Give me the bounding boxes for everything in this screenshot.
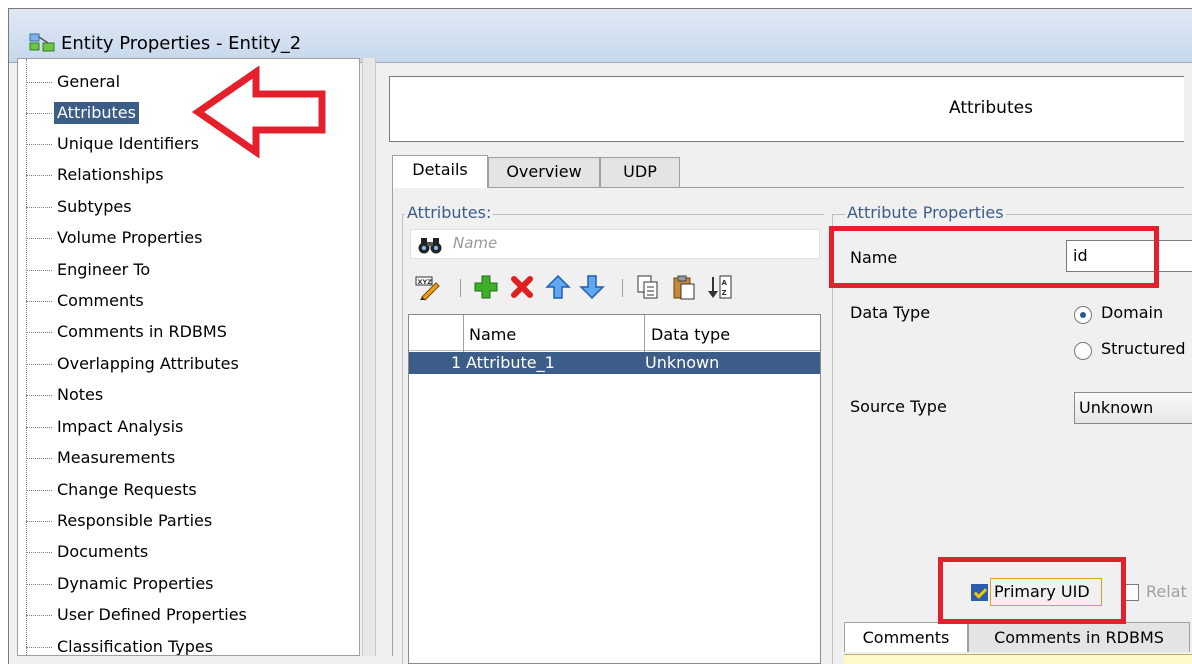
svg-text:XYZ: XYZ	[418, 278, 433, 286]
attributes-table[interactable]: Name Data type 1 Attribute_1 Unknown	[408, 314, 821, 664]
tree-item-unique-identifiers[interactable]: Unique Identifiers	[18, 128, 202, 159]
tab-overview[interactable]: Overview	[488, 157, 600, 187]
tree-item-engineer-to[interactable]: Engineer To	[18, 254, 153, 285]
tree-item-volume-properties[interactable]: Volume Properties	[18, 222, 205, 253]
tree-item-subtypes[interactable]: Subtypes	[18, 191, 135, 222]
add-icon[interactable]	[472, 273, 500, 301]
attribute-filter-input[interactable]: Name	[410, 229, 820, 259]
entity-icon	[29, 32, 55, 56]
source-type-select[interactable]: Unknown	[1074, 392, 1192, 424]
toolbar-separator	[460, 279, 461, 297]
tab-comments[interactable]: Comments	[844, 622, 968, 652]
domain-radio-label[interactable]: Domain	[1101, 303, 1163, 322]
relation-uid-label[interactable]: Relat	[1146, 582, 1187, 601]
tree-item-change-requests[interactable]: Change Requests	[18, 474, 200, 505]
column-header-data-type[interactable]: Data type	[651, 325, 730, 344]
tree-item-overlapping-attributes[interactable]: Overlapping Attributes	[18, 348, 242, 379]
tab-comments-in-rdbms[interactable]: Comments in RDBMS	[968, 622, 1190, 652]
row-index: 1	[451, 353, 462, 372]
svg-text:A: A	[722, 279, 728, 287]
section-title: Attributes	[949, 98, 1033, 118]
tree-item-comments-in-rdbms[interactable]: Comments in RDBMS	[18, 316, 230, 347]
domain-radio[interactable]	[1074, 306, 1092, 324]
tab-details[interactable]: Details	[392, 155, 488, 188]
name-highlight-annotation	[829, 226, 1159, 288]
tree-item-documents[interactable]: Documents	[18, 536, 151, 567]
primary-uid-highlight-annotation	[938, 557, 1126, 624]
column-header-name[interactable]: Name	[469, 325, 516, 344]
data-type-label: Data Type	[850, 303, 931, 322]
toolbar-separator	[622, 279, 623, 297]
tree-item-notes[interactable]: Notes	[18, 379, 106, 410]
svg-text:Z: Z	[722, 289, 727, 297]
tree-item-comments[interactable]: Comments	[18, 285, 147, 316]
red-arrow-annotation	[191, 66, 326, 158]
move-up-icon[interactable]	[544, 273, 572, 301]
attributes-group-left-border	[402, 214, 403, 664]
section-header: Attributes	[389, 76, 1184, 142]
binoculars-icon	[417, 235, 443, 259]
tree-item-user-defined-properties[interactable]: User Defined Properties	[18, 599, 250, 630]
attribute-properties-group-title: Attribute Properties	[845, 203, 1006, 222]
title-bar[interactable]: Entity Properties - Entity_2	[9, 9, 1192, 63]
tree-item-relationships[interactable]: Relationships	[18, 159, 167, 190]
table-header: Name Data type	[409, 315, 820, 351]
splitter-handle[interactable]	[362, 58, 376, 656]
source-type-label: Source Type	[850, 397, 947, 416]
comments-editor[interactable]	[844, 654, 1192, 664]
tree-item-measurements[interactable]: Measurements	[18, 442, 178, 473]
sort-icon[interactable]: A Z	[706, 273, 734, 301]
row-name-cell[interactable]: Attribute_1	[466, 352, 555, 374]
tab-udp[interactable]: UDP	[600, 157, 680, 187]
attributes-group-title: Attributes:	[405, 203, 494, 222]
copy-icon[interactable]	[634, 273, 662, 301]
edit-xyz-icon[interactable]: XYZ	[414, 273, 442, 301]
tree-item-responsible-parties[interactable]: Responsible Parties	[18, 505, 215, 536]
delete-icon[interactable]	[508, 273, 536, 301]
row-data-type-cell[interactable]: Unknown	[645, 352, 719, 374]
table-row[interactable]: 1 Attribute_1 Unknown	[409, 352, 820, 374]
tree-item-attributes[interactable]: Attributes	[18, 97, 139, 128]
tree-item-impact-analysis[interactable]: Impact Analysis	[18, 411, 186, 442]
structured-radio[interactable]	[1074, 342, 1092, 360]
tree-item-dynamic-properties[interactable]: Dynamic Properties	[18, 568, 217, 599]
filter-placeholder: Name	[453, 234, 498, 252]
structured-radio-label[interactable]: Structured	[1101, 339, 1186, 358]
tree-item-classification-types[interactable]: Classification Types	[18, 631, 216, 655]
move-down-icon[interactable]	[578, 273, 606, 301]
tree-item-general[interactable]: General	[18, 66, 123, 97]
window-title: Entity Properties - Entity_2	[61, 33, 302, 54]
paste-icon[interactable]	[670, 273, 698, 301]
